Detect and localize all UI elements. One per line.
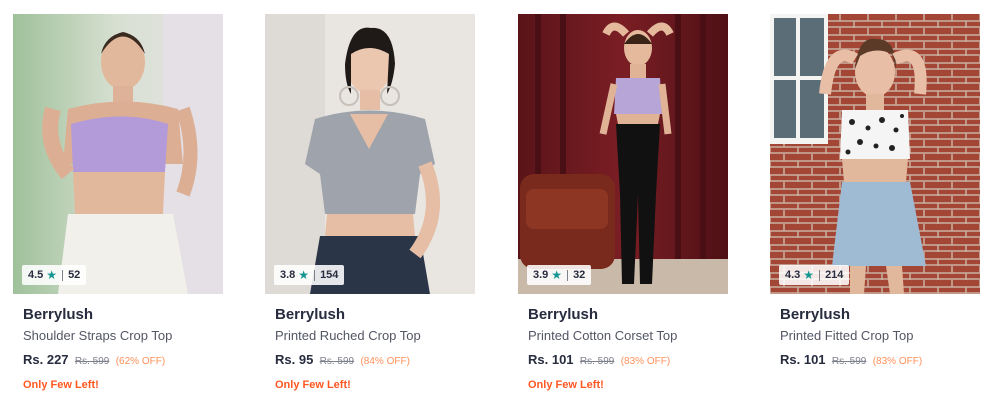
rating-divider	[819, 269, 821, 281]
rating-value: 4.5	[28, 269, 44, 281]
product-mrp: Rs. 599	[831, 356, 867, 367]
rating-count: 32	[573, 269, 586, 281]
product-photo	[13, 14, 223, 294]
product-price: Rs. 101	[528, 352, 574, 367]
product-photo	[265, 14, 475, 294]
rating-divider	[314, 269, 316, 281]
product-discount: (83% OFF)	[872, 356, 923, 367]
stock-note: Only Few Left!	[528, 379, 604, 391]
star-icon: ★	[803, 268, 815, 282]
rating-badge: 3.8 ★ 154	[274, 265, 345, 285]
product-price: Rs. 95	[275, 352, 314, 367]
rating-divider	[567, 269, 569, 281]
rating-divider	[62, 269, 64, 281]
product-card[interactable]: 4.5 ★ 52 Berrylush Shoulder Straps Crop …	[13, 14, 223, 404]
product-discount: (83% OFF)	[620, 356, 671, 367]
product-image[interactable]: 3.8 ★ 154	[265, 14, 475, 294]
product-mrp: Rs. 599	[74, 356, 110, 367]
product-mrp: Rs. 599	[579, 356, 615, 367]
star-icon: ★	[46, 268, 58, 282]
star-icon: ★	[551, 268, 563, 282]
product-grid: 4.5 ★ 52 Berrylush Shoulder Straps Crop …	[0, 0, 993, 410]
product-info: Berrylush Shoulder Straps Crop Top Rs. 2…	[13, 306, 223, 392]
rating-badge: 4.3 ★ 214	[779, 265, 850, 285]
product-name: Printed Cotton Corset Top	[528, 328, 678, 343]
product-image[interactable]: 3.9 ★ 32	[518, 14, 728, 294]
rating-value: 4.3	[785, 269, 801, 281]
stock-note: Only Few Left!	[23, 379, 99, 391]
product-info: Berrylush Printed Fitted Crop Top Rs. 10…	[770, 306, 980, 370]
product-image[interactable]: 4.5 ★ 52	[13, 14, 223, 294]
rating-count: 154	[320, 269, 339, 281]
product-price: Rs. 101	[780, 352, 826, 367]
product-name: Printed Fitted Crop Top	[780, 328, 914, 343]
price-row: Rs. 227 Rs. 599 (62% OFF)	[23, 352, 223, 370]
product-card[interactable]: 4.3 ★ 214 Berrylush Printed Fitted Crop …	[770, 14, 980, 404]
stock-note: Only Few Left!	[275, 379, 351, 391]
product-brand: Berrylush	[275, 306, 346, 323]
rating-count: 52	[68, 269, 81, 281]
product-price: Rs. 227	[23, 352, 69, 367]
rating-value: 3.8	[280, 269, 296, 281]
price-row: Rs. 101 Rs. 599 (83% OFF)	[528, 352, 728, 370]
product-info: Berrylush Printed Cotton Corset Top Rs. …	[518, 306, 728, 392]
rating-badge: 4.5 ★ 52	[22, 265, 87, 285]
star-icon: ★	[298, 268, 310, 282]
rating-badge: 3.9 ★ 32	[527, 265, 592, 285]
product-info: Berrylush Printed Ruched Crop Top Rs. 95…	[265, 306, 475, 392]
rating-value: 3.9	[533, 269, 549, 281]
product-name: Shoulder Straps Crop Top	[23, 328, 173, 343]
rating-count: 214	[825, 269, 844, 281]
product-name: Printed Ruched Crop Top	[275, 328, 421, 343]
product-card[interactable]: 3.8 ★ 154 Berrylush Printed Ruched Crop …	[265, 14, 475, 404]
product-discount: (84% OFF)	[360, 356, 410, 367]
product-photo	[518, 14, 728, 294]
product-photo	[770, 14, 980, 294]
product-discount: (62% OFF)	[115, 356, 166, 367]
product-card[interactable]: 3.9 ★ 32 Berrylush Printed Cotton Corset…	[518, 14, 728, 404]
product-brand: Berrylush	[780, 306, 851, 323]
price-row: Rs. 101 Rs. 599 (83% OFF)	[780, 352, 980, 370]
price-row: Rs. 95 Rs. 599 (84% OFF)	[275, 352, 475, 370]
product-mrp: Rs. 599	[319, 356, 355, 367]
product-image[interactable]: 4.3 ★ 214	[770, 14, 980, 294]
product-brand: Berrylush	[528, 306, 599, 323]
product-brand: Berrylush	[23, 306, 94, 323]
